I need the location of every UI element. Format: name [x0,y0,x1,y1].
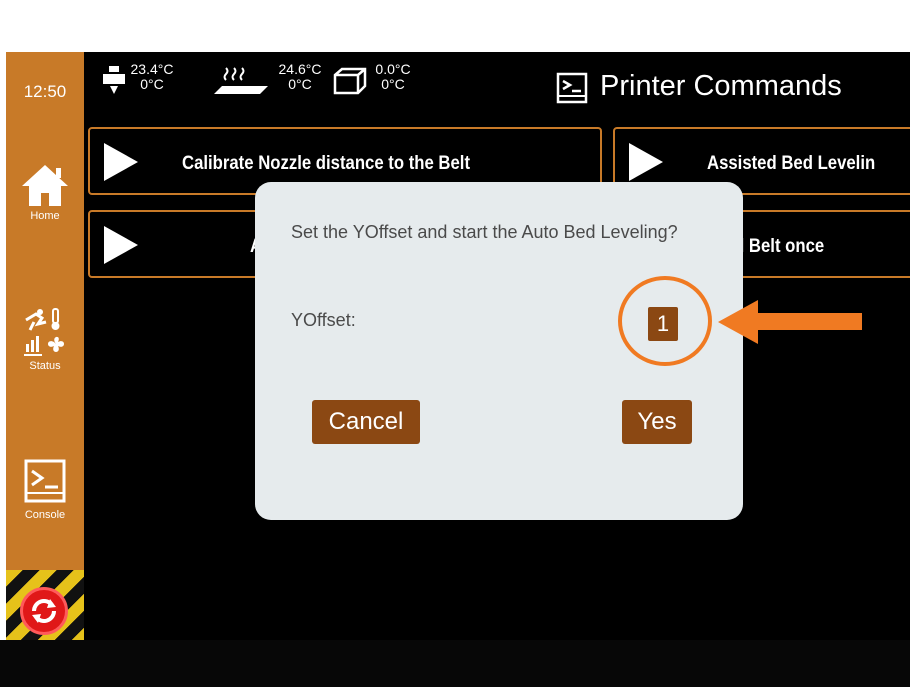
chamber-target: 0°C [381,76,405,92]
yes-button[interactable]: Yes [622,400,692,444]
home-label: Home [30,210,60,222]
command-label: Calibrate Nozzle distance to the Belt [182,153,471,174]
refresh-icon [32,599,56,623]
command-label: ll Belt once [735,236,825,257]
page-title: Printer Commands [600,70,842,102]
status-label: Status [29,360,61,372]
printer-screen: 12:50 Home Status Console 23.4°C 0°C 24.… [6,52,910,640]
device-bezel [0,640,910,687]
dialog-message: Set the YOffset and start the Auto Bed L… [291,222,678,242]
play-icon [629,143,663,181]
command-label: Assisted Bed Levelin [707,153,876,174]
nozzle-icon [103,66,125,94]
home-icon [22,165,68,206]
home-button[interactable]: Home [6,162,84,222]
chamber-icon [333,67,367,95]
console-button[interactable]: Console [6,457,84,521]
emergency-stop-button[interactable] [20,587,68,635]
clock: 12:50 [23,82,67,101]
sidebar: 12:50 Home Status Console [6,52,84,640]
extruder-temp: 23.4°C [130,61,174,77]
chamber-temp: 0.0°C [375,61,411,77]
console-icon [24,459,66,503]
status-icon [24,308,64,356]
play-icon [104,143,138,181]
heated-bed-icon [214,67,268,94]
cancel-button[interactable]: Cancel [312,400,420,444]
play-icon [104,226,138,264]
bed-target: 0°C [288,76,312,92]
console-label: Console [24,509,66,521]
extruder-target: 0°C [140,76,164,92]
highlight-circle [618,276,712,366]
bed-temp: 24.6°C [278,61,322,77]
yoffset-label: YOffset: [291,310,356,330]
status-button[interactable]: Status [6,306,84,372]
annotation-arrow-icon [718,300,862,344]
